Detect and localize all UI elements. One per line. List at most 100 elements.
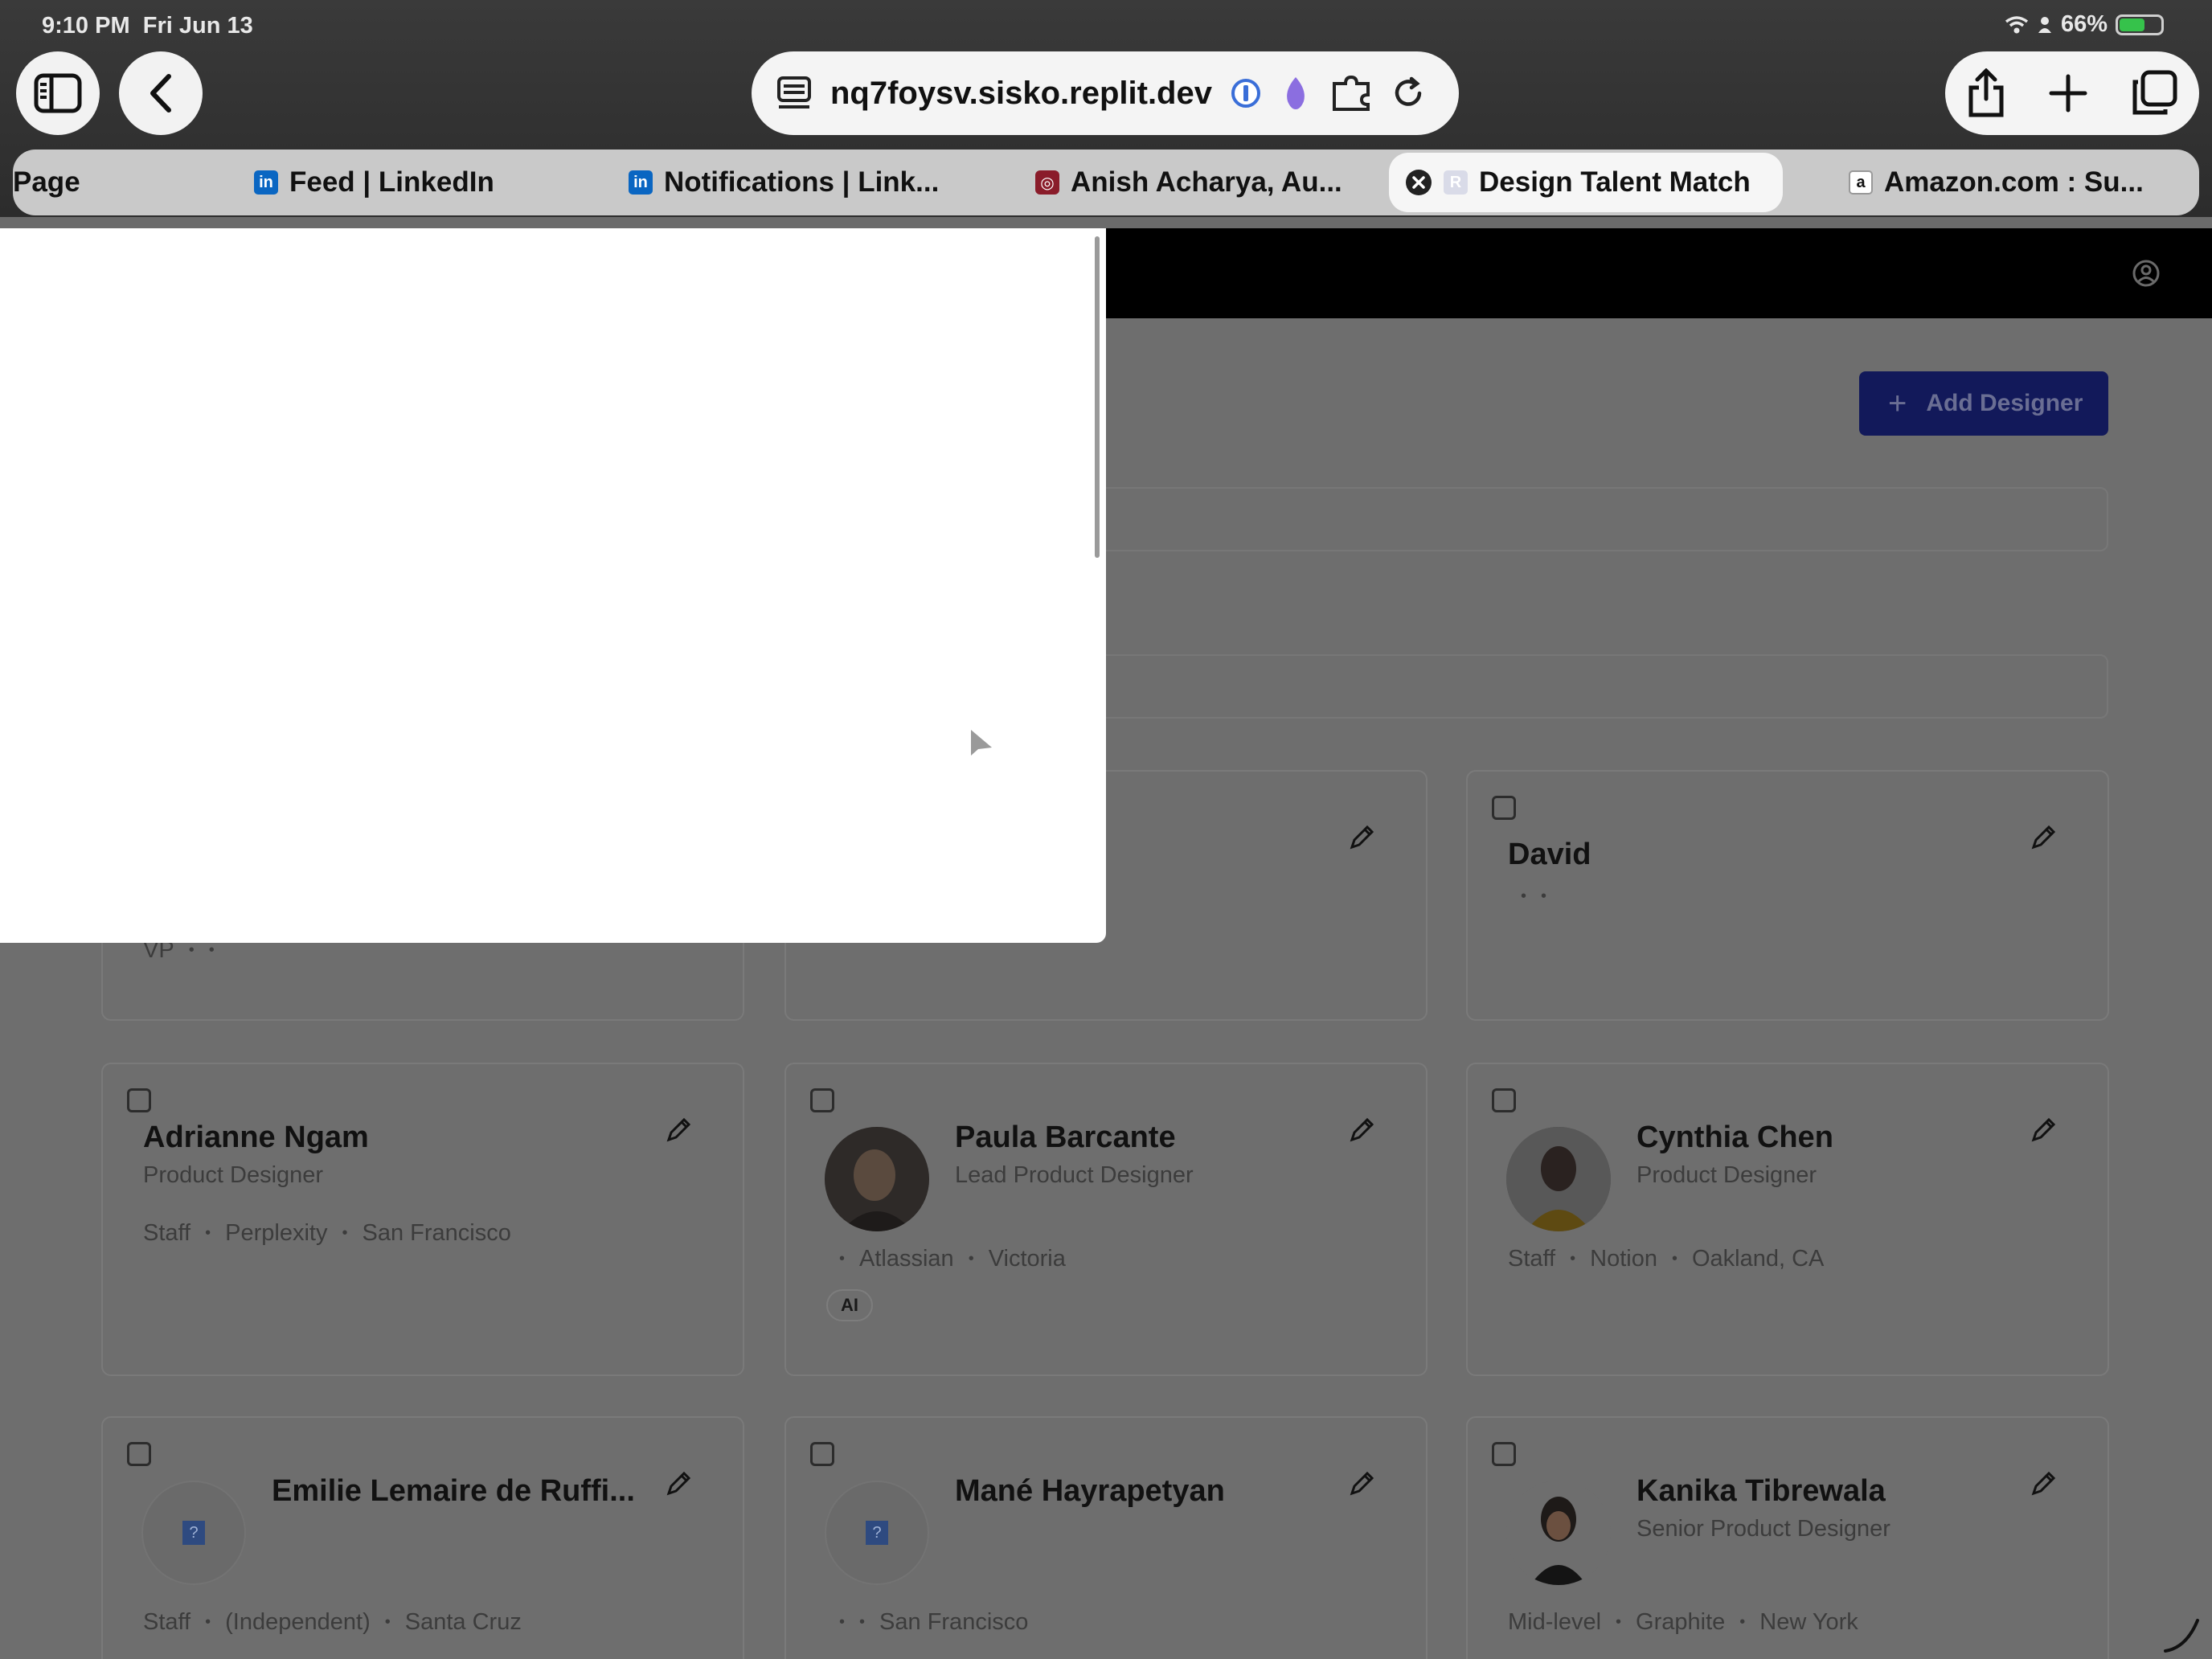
meta-level: Staff — [1508, 1246, 1556, 1272]
sidebar-button[interactable] — [16, 51, 100, 135]
broken-image-icon: ? — [866, 1521, 888, 1545]
designer-meta: • • San Francisco — [839, 1609, 1029, 1635]
user-account-icon[interactable] — [2132, 259, 2161, 288]
password-manager-icon[interactable] — [1230, 77, 1262, 109]
close-tab-icon[interactable] — [1405, 169, 1432, 196]
tab-label: Page — [13, 166, 80, 198]
meta-level: Staff — [143, 1609, 191, 1635]
status-time: 9:10 PM Fri Jun 13 — [42, 13, 253, 39]
designer-card[interactable]: Cynthia Chen Product Designer Staff • Not… — [1466, 1063, 2109, 1376]
page-menu-icon — [777, 76, 811, 109]
edit-pencil-icon[interactable] — [2029, 823, 2058, 852]
plus-icon: + — [1888, 385, 1907, 421]
edit-pencil-icon[interactable] — [1347, 823, 1376, 852]
designer-role: Product Designer — [1636, 1162, 1817, 1188]
add-designer-button[interactable]: + Add Designer — [1859, 371, 2108, 436]
designer-card[interactable]: ? Emilie Lemaire de Ruffi... Staff • (Ind… — [101, 1416, 744, 1659]
meta-location: Santa Cruz — [404, 1609, 522, 1635]
edit-pencil-icon[interactable] — [664, 1469, 693, 1498]
designer-card[interactable]: Adrianne Ngam Product Designer Staff • Pe… — [101, 1063, 744, 1376]
designer-name: David — [1508, 838, 1591, 871]
reload-icon[interactable] — [1391, 76, 1426, 111]
designer-role: Senior Product Designer — [1636, 1516, 1890, 1542]
edit-pencil-icon[interactable] — [2029, 1469, 2058, 1498]
skill-tag: AI — [826, 1289, 873, 1321]
select-checkbox[interactable] — [810, 1442, 834, 1466]
designer-name: Mané Hayrapetyan — [955, 1474, 1225, 1508]
select-checkbox[interactable] — [1492, 1088, 1516, 1112]
meta-company: (Independent) — [225, 1609, 371, 1635]
designer-name: Paula Barcante — [955, 1120, 1176, 1154]
select-checkbox[interactable] — [127, 1088, 151, 1112]
avatar-placeholder: ? — [141, 1481, 246, 1585]
tab-bar: Page in Feed | LinkedIn in Notifications… — [13, 150, 2199, 215]
replit-favicon-icon: R — [1444, 170, 1468, 195]
designer-meta: Mid-level • Graphite • New York — [1508, 1609, 1858, 1635]
back-button[interactable] — [119, 51, 203, 135]
pointer-cursor-icon — [971, 730, 992, 756]
select-checkbox[interactable] — [127, 1442, 151, 1466]
select-checkbox[interactable] — [810, 1088, 834, 1112]
edit-pencil-icon[interactable] — [664, 1116, 693, 1145]
edit-pencil-icon[interactable] — [1347, 1116, 1376, 1145]
edit-pencil-icon[interactable] — [2029, 1116, 2058, 1145]
tab-design-talent-match[interactable]: R Design Talent Match — [1389, 153, 1783, 212]
add-designer-label: Add Designer — [1926, 390, 2083, 416]
tab-label: Feed | LinkedIn — [289, 166, 494, 198]
designer-name: Adrianne Ngam — [143, 1120, 369, 1154]
meta-company: Notion — [1590, 1246, 1657, 1272]
meta-company: Atlassian — [859, 1246, 954, 1272]
linkedin-icon: in — [254, 170, 278, 195]
meta-location: New York — [1759, 1609, 1858, 1635]
meta-location: San Francisco — [879, 1609, 1029, 1635]
avatar — [1506, 1127, 1611, 1231]
new-tab-icon[interactable] — [2048, 73, 2088, 113]
meta-level: Staff — [143, 1220, 191, 1246]
resize-handle-icon[interactable] — [2162, 1616, 2202, 1656]
amazon-icon: a — [1849, 170, 1873, 195]
edit-pencil-icon[interactable] — [1347, 1469, 1376, 1498]
blank-popup-panel[interactable] — [0, 228, 1106, 943]
designer-card[interactable]: David • • — [1466, 770, 2109, 1021]
browser-actions — [1945, 51, 2199, 135]
meta-company: Graphite — [1636, 1609, 1726, 1635]
designer-card[interactable]: ? Mané Hayrapetyan • • San Francisco — [784, 1416, 1428, 1659]
designer-name: Kanika Tibrewala — [1636, 1474, 1886, 1508]
search-input[interactable] — [1093, 487, 2108, 551]
tab-overview-icon[interactable] — [2130, 69, 2178, 117]
select-checkbox[interactable] — [1492, 796, 1516, 820]
designer-meta: Staff • Perplexity • San Francisco — [143, 1220, 511, 1246]
tab-page[interactable]: Page — [13, 150, 80, 215]
designer-role: Lead Product Designer — [955, 1162, 1194, 1188]
designer-card[interactable]: Paula Barcante Lead Product Designer • A… — [784, 1063, 1428, 1376]
status-indicators: 66% — [2005, 11, 2164, 38]
tab-linkedin-feed[interactable]: in Feed | LinkedIn — [254, 150, 494, 215]
broken-image-icon: ? — [182, 1521, 205, 1545]
browser-chrome: 9:10 PM Fri Jun 13 66% nq7foysv.sisko.re… — [0, 0, 2212, 217]
filter-input[interactable] — [1093, 654, 2108, 719]
share-icon[interactable] — [1966, 68, 2006, 118]
tab-anish-acharya[interactable]: ◎ Anish Acharya, Au... — [1035, 150, 1342, 215]
status-bar: 9:10 PM Fri Jun 13 66% — [0, 0, 2212, 50]
tab-amazon[interactable]: a Amazon.com : Su... — [1849, 150, 2144, 215]
meta-level: Mid-level — [1508, 1609, 1602, 1635]
person-icon — [2038, 16, 2051, 33]
url-text: nq7foysv.sisko.replit.dev — [830, 75, 1212, 111]
tab-label: Notifications | Link... — [664, 166, 940, 198]
popup-scrollbar[interactable] — [1095, 236, 1100, 558]
tab-linkedin-notifications[interactable]: in Notifications | Link... — [629, 150, 939, 215]
designer-meta: • • — [1521, 887, 1547, 905]
wifi-icon — [2005, 15, 2029, 33]
designer-role: Product Designer — [143, 1162, 324, 1188]
address-bar[interactable]: nq7foysv.sisko.replit.dev — [752, 51, 1459, 135]
tab-label: Design Talent Match — [1479, 166, 1751, 198]
select-checkbox[interactable] — [1492, 1442, 1516, 1466]
designer-meta: Staff • Notion • Oakland, CA — [1508, 1246, 1825, 1272]
site-favicon-icon: ◎ — [1035, 170, 1059, 195]
designer-card[interactable]: Kanika Tibrewala Senior Product Designer… — [1466, 1416, 2109, 1659]
meta-location: San Francisco — [362, 1220, 511, 1246]
tab-label: Anish Acharya, Au... — [1071, 166, 1342, 198]
extension-icon[interactable] — [1280, 76, 1312, 111]
linkedin-icon: in — [629, 170, 653, 195]
puzzle-icon[interactable] — [1329, 76, 1373, 111]
